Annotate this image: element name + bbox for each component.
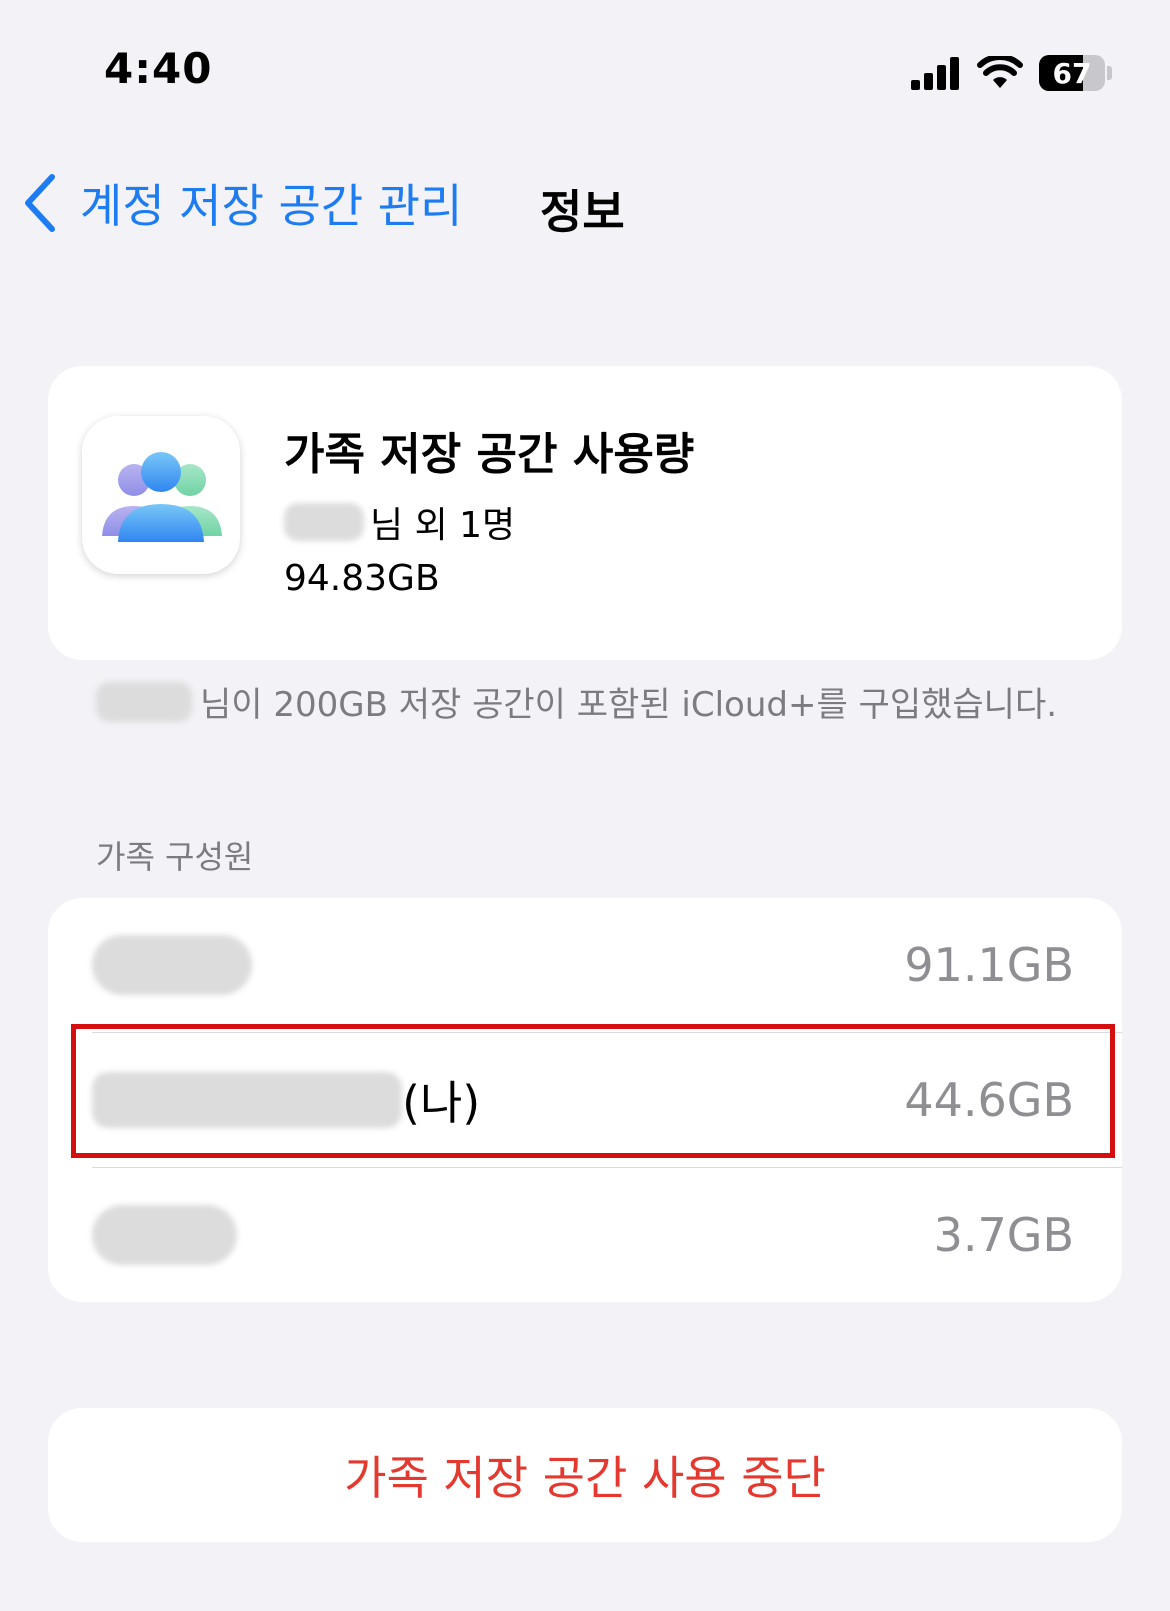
navigation-bar: 계정 저장 공간 관리 정보 [0, 170, 1170, 240]
family-storage-summary-card: 가족 저장 공간 사용량 님 외 1명 94.83GB [48, 366, 1122, 660]
redacted-name [92, 935, 252, 995]
members-section-header: 가족 구성원 [96, 838, 254, 876]
status-time: 4:40 [104, 44, 213, 93]
family-members-summary-text: 님 외 1명 [370, 505, 516, 546]
member-storage-size: 91.1GB [904, 938, 1074, 992]
family-icon [82, 416, 240, 574]
member-name [92, 1168, 237, 1302]
member-storage-size: 3.7GB [933, 1208, 1074, 1262]
stop-family-storage-button[interactable]: 가족 저장 공간 사용 중단 [48, 1408, 1122, 1542]
member-name [92, 898, 252, 1032]
battery-icon: 67 [1039, 55, 1112, 91]
stop-family-storage-label: 가족 저장 공간 사용 중단 [344, 1451, 826, 1505]
battery-body: 67 [1039, 55, 1105, 91]
status-icons: 67 [911, 52, 1112, 94]
family-members-summary: 님 외 1명 [284, 496, 515, 548]
chevron-left-icon [25, 174, 55, 232]
member-row[interactable]: 3.7GB [48, 1168, 1122, 1302]
redacted-name [96, 682, 192, 722]
redacted-name [284, 503, 364, 541]
back-button[interactable]: 계정 저장 공간 관리 [22, 170, 462, 236]
purchase-footnote: 님이 200GB 저장 공간이 포함된 iCloud+를 구입했습니다. [96, 682, 1076, 728]
purchase-footnote-text: 님이 200GB 저장 공간이 포함된 iCloud+를 구입했습니다. [200, 685, 1058, 725]
redacted-name [92, 1205, 237, 1265]
highlight-box [71, 1024, 1115, 1158]
family-storage-title: 가족 저장 공간 사용량 [284, 429, 695, 480]
wifi-icon [977, 56, 1023, 88]
family-storage-total: 94.83GB [284, 558, 440, 599]
page-title: 정보 [540, 185, 625, 239]
member-row[interactable]: 91.1GB [48, 898, 1122, 1032]
battery-tip [1107, 66, 1112, 80]
battery-level-text: 67 [1052, 56, 1092, 90]
cellular-signal-icon [911, 57, 959, 90]
back-button-label: 계정 저장 공간 관리 [80, 179, 463, 233]
